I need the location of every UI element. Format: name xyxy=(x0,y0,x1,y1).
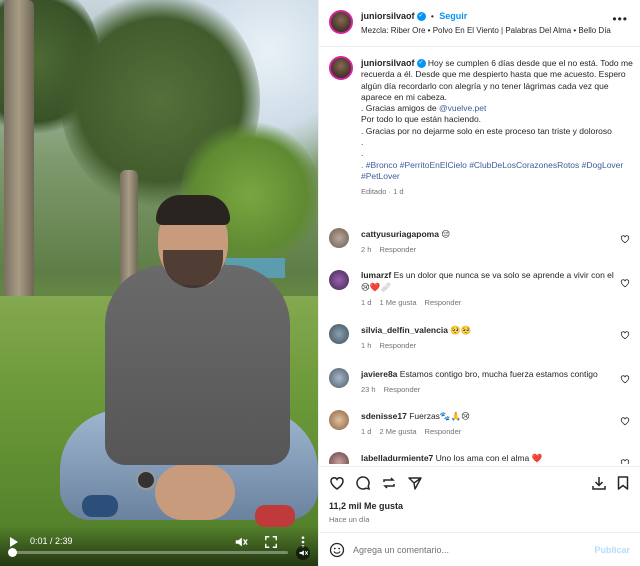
comment-time: 1 h xyxy=(361,341,372,350)
video-time: 0:01 / 2:39 xyxy=(30,536,73,546)
comment-username[interactable]: cattyusuriagapoma xyxy=(361,229,439,239)
save-icon[interactable] xyxy=(615,475,631,491)
emoji-icon[interactable] xyxy=(329,542,345,558)
caption-username[interactable]: juniorsilvaof xyxy=(361,58,415,68)
comment-text: Estamos contigo bro, mucha fuerza estamo… xyxy=(399,369,598,379)
repost-icon[interactable] xyxy=(381,475,397,491)
comment-icon[interactable] xyxy=(355,475,371,491)
person xyxy=(60,195,318,566)
mute-toggle-icon[interactable] xyxy=(296,546,310,560)
comment-text: 🥺🥺 xyxy=(450,325,472,335)
comment-time: 23 h xyxy=(361,385,376,394)
comment-username[interactable]: javiere8a xyxy=(361,369,397,379)
heart-icon[interactable] xyxy=(620,374,630,384)
comment-input[interactable] xyxy=(353,541,583,559)
comment-likes[interactable]: 1 Me gusta xyxy=(379,298,416,307)
comment-time: 1 d xyxy=(361,427,372,436)
reply-button[interactable]: Responder xyxy=(379,245,416,254)
verified-icon: ✓ xyxy=(416,12,426,22)
comment-composer: Publicar xyxy=(319,532,640,566)
reply-button[interactable]: Responder xyxy=(384,385,421,394)
post-header: juniorsilvaof ✓ • Seguir Mezcla: Riber Or… xyxy=(319,0,640,47)
comment-username[interactable]: silvia_delfin_valencia xyxy=(361,325,448,335)
avatar[interactable] xyxy=(329,368,349,388)
caption-line: . Gracias amigos de xyxy=(361,103,437,114)
avatar[interactable] xyxy=(329,410,349,430)
caption-line: . Gracias por no dejarme solo en este pr… xyxy=(361,125,612,136)
hands xyxy=(155,465,235,520)
post-caption: juniorsilvaof ✓ Hoy se cumplen 6 días des… xyxy=(361,58,633,198)
avatar[interactable] xyxy=(329,324,349,344)
heart-icon[interactable] xyxy=(620,278,630,288)
heart-icon[interactable] xyxy=(620,330,630,340)
caption-meta: Editado · 1 d xyxy=(361,187,404,197)
video-player[interactable]: 0:01 / 2:39 xyxy=(0,0,318,566)
hair xyxy=(156,195,230,225)
volume-muted-icon[interactable] xyxy=(234,535,248,549)
video-progress-track[interactable] xyxy=(7,548,288,557)
avatar[interactable] xyxy=(329,56,353,80)
caption-line: . xyxy=(361,137,364,148)
comment-username[interactable]: labelladurmiente7 xyxy=(361,453,433,463)
comment-username[interactable]: lumarzf xyxy=(361,270,391,280)
post-actions xyxy=(319,466,640,500)
comment-text: 😔 xyxy=(441,229,451,239)
post-panel: juniorsilvaof ✓ • Seguir Mezcla: Riber Or… xyxy=(318,0,640,566)
share-icon[interactable] xyxy=(407,475,423,491)
avatar[interactable] xyxy=(329,228,349,248)
avatar[interactable] xyxy=(329,452,349,464)
audio-attribution[interactable]: Mezcla: Riber Ore • Polvo En El Viento |… xyxy=(361,26,611,35)
like-icon[interactable] xyxy=(329,475,345,491)
reply-button[interactable]: Responder xyxy=(425,427,462,436)
post-comment-button[interactable]: Publicar xyxy=(594,545,630,555)
play-icon[interactable] xyxy=(10,537,18,547)
heart-icon[interactable] xyxy=(620,234,630,244)
comment-time: 2 h xyxy=(361,245,372,254)
reply-button[interactable]: Responder xyxy=(425,298,462,307)
caption-line: Por todo lo que están haciendo. xyxy=(361,114,482,125)
reply-button[interactable]: Responder xyxy=(379,341,416,350)
comment-username[interactable]: sdenisse17 xyxy=(361,411,407,421)
comment-text: Uno los ama con el alma ❤️ xyxy=(435,453,543,463)
avatar[interactable] xyxy=(329,10,353,34)
video-controls: 0:01 / 2:39 xyxy=(0,532,318,552)
post-time: Hace un día xyxy=(329,515,370,524)
hashtags[interactable]: . #Bronco #PerritoEnElCielo #ClubDeLosCo… xyxy=(361,160,623,181)
header-username[interactable]: juniorsilvaof xyxy=(361,11,415,21)
caption-line: . xyxy=(361,148,364,159)
likes-count[interactable]: 11,2 mil Me gusta xyxy=(329,501,403,511)
more-options-icon[interactable]: ••• xyxy=(612,12,628,26)
verified-icon: ✓ xyxy=(416,59,426,69)
heart-icon[interactable] xyxy=(620,416,630,426)
download-icon[interactable] xyxy=(591,475,607,491)
follow-button[interactable]: Seguir xyxy=(439,11,467,21)
comment-text: Fuerzas🐾🙏😢 xyxy=(409,411,470,421)
heart-icon[interactable] xyxy=(620,458,630,464)
fullscreen-icon[interactable] xyxy=(264,535,278,549)
comment-time: 1 d xyxy=(361,298,372,307)
video-progress-thumb[interactable] xyxy=(7,548,17,557)
shoe xyxy=(255,505,295,527)
watch xyxy=(136,470,156,490)
comments-scroll[interactable]: juniorsilvaof ✓ Hoy se cumplen 6 días des… xyxy=(319,48,640,464)
mention-link[interactable]: @vuelve.pet xyxy=(439,103,486,113)
comment-text: Es un dolor que nunca se va solo se apre… xyxy=(361,270,614,292)
tree-trunk xyxy=(4,0,34,340)
shoe xyxy=(82,495,118,517)
shirt xyxy=(105,265,290,465)
avatar[interactable] xyxy=(329,270,349,290)
comment-likes[interactable]: 2 Me gusta xyxy=(379,427,416,436)
